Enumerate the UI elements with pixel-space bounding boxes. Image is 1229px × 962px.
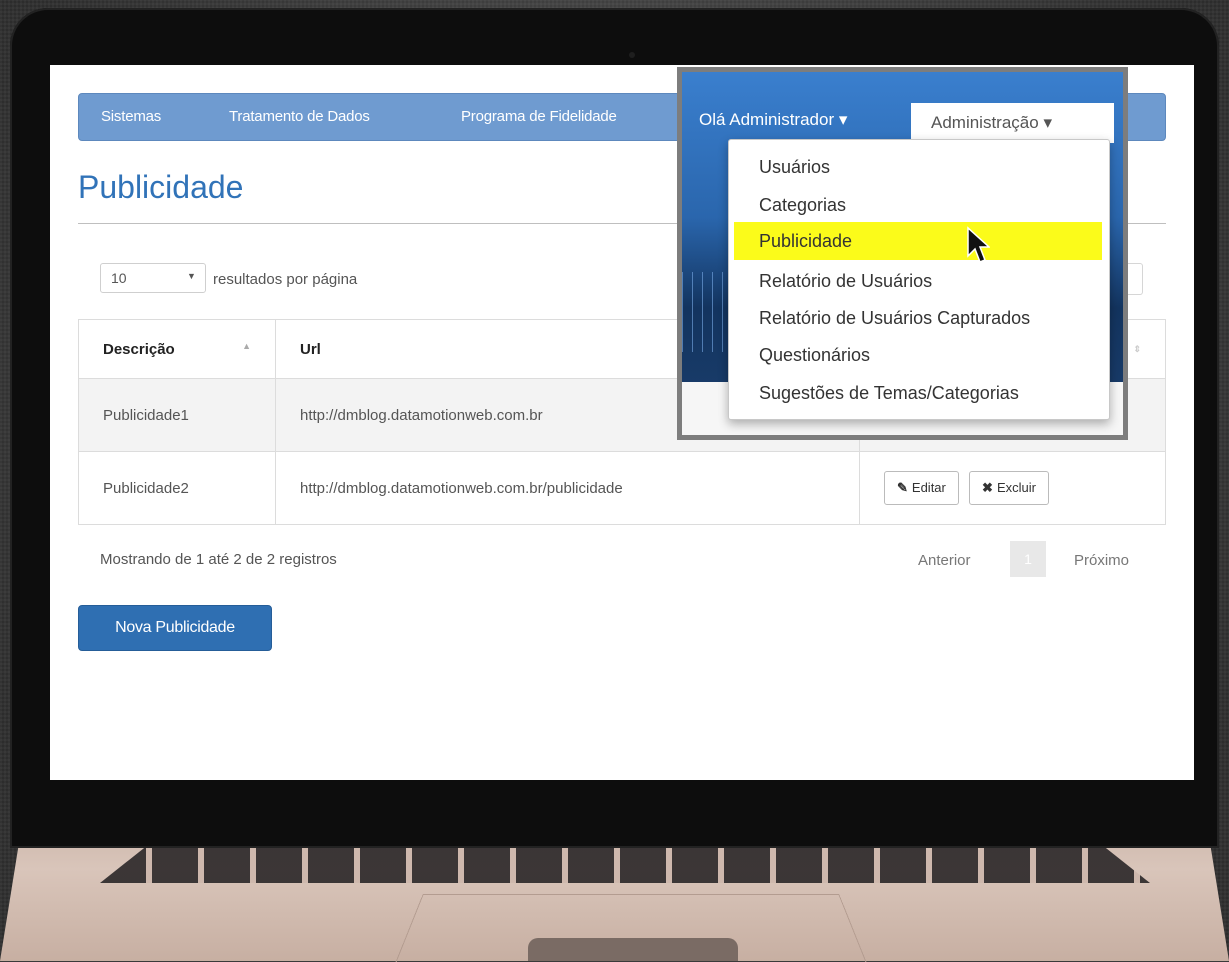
menu-item-sugestoes[interactable]: Sugestões de Temas/Categorias <box>729 374 1109 412</box>
pagination-previous[interactable]: Anterior <box>918 552 971 569</box>
sort-icon: ⇕ <box>1133 343 1141 354</box>
column-header-label: Url <box>300 340 321 358</box>
menu-item-relatorio-capturados[interactable]: Relatório de Usuários Capturados <box>729 299 1109 337</box>
nav-item-tratamento[interactable]: Tratamento de Dados <box>229 108 370 125</box>
cell-actions: ✎ Editar ✖ Excluir <box>859 451 1166 525</box>
pagination-next[interactable]: Próximo <box>1074 552 1129 569</box>
delete-button[interactable]: ✖ Excluir <box>969 471 1049 505</box>
delete-button-label: Excluir <box>996 480 1036 495</box>
close-icon: ✖ <box>982 480 993 495</box>
menu-item-questionarios[interactable]: Questionários <box>729 336 1109 374</box>
menu-item-relatorio-usuarios[interactable]: Relatório de Usuários <box>729 262 1109 300</box>
column-header-label: Descrição <box>103 340 175 358</box>
menu-item-categorias[interactable]: Categorias <box>729 186 1109 224</box>
column-header-descricao[interactable]: Descrição ▲ <box>78 319 276 379</box>
camera-icon <box>629 52 635 58</box>
new-publicidade-button[interactable]: Nova Publicidade <box>78 605 272 651</box>
menu-item-usuarios[interactable]: Usuários <box>729 148 1109 186</box>
pagination-current-page[interactable]: 1 <box>1010 541 1046 577</box>
caret-down-icon: ▼ <box>187 271 196 281</box>
table-info: Mostrando de 1 até 2 de 2 registros <box>100 551 337 568</box>
cell-descricao: Publicidade2 <box>78 451 276 525</box>
table-row: Publicidade2 http://dmblog.datamotionweb… <box>78 451 1166 525</box>
menu-item-publicidade[interactable]: Publicidade <box>734 222 1102 260</box>
cell-descricao: Publicidade1 <box>78 378 276 452</box>
sort-asc-icon: ▲ <box>242 340 251 351</box>
page-title: Publicidade <box>78 169 244 205</box>
cell-url: http://dmblog.datamotionweb.com.br/publi… <box>275 451 860 525</box>
user-menu-label: Olá Administrador <box>699 110 835 129</box>
caret-down-icon: ▾ <box>1043 113 1052 132</box>
page-length-value: 10 <box>111 270 127 286</box>
edit-button-label: Editar <box>911 480 946 495</box>
admin-dropdown-menu: Usuários Categorias Publicidade Relatóri… <box>728 139 1110 420</box>
admin-menu-label: Administração <box>931 113 1039 132</box>
nav-item-fidelidade[interactable]: Programa de Fidelidade <box>461 108 617 125</box>
page-length-label: resultados por página <box>213 271 358 288</box>
laptop-notch <box>528 938 738 961</box>
mouse-cursor-icon <box>967 226 990 263</box>
nav-item-sistemas[interactable]: Sistemas <box>101 108 161 125</box>
admin-menu-toggle[interactable]: Administração ▾ <box>911 103 1114 143</box>
page-length-select[interactable]: 10 ▼ <box>100 263 206 293</box>
edit-icon: ✎ <box>897 480 908 495</box>
user-menu-toggle[interactable]: Olá Administrador ▾ <box>699 110 847 130</box>
caret-down-icon: ▾ <box>838 110 848 129</box>
edit-button[interactable]: ✎ Editar <box>884 471 959 505</box>
